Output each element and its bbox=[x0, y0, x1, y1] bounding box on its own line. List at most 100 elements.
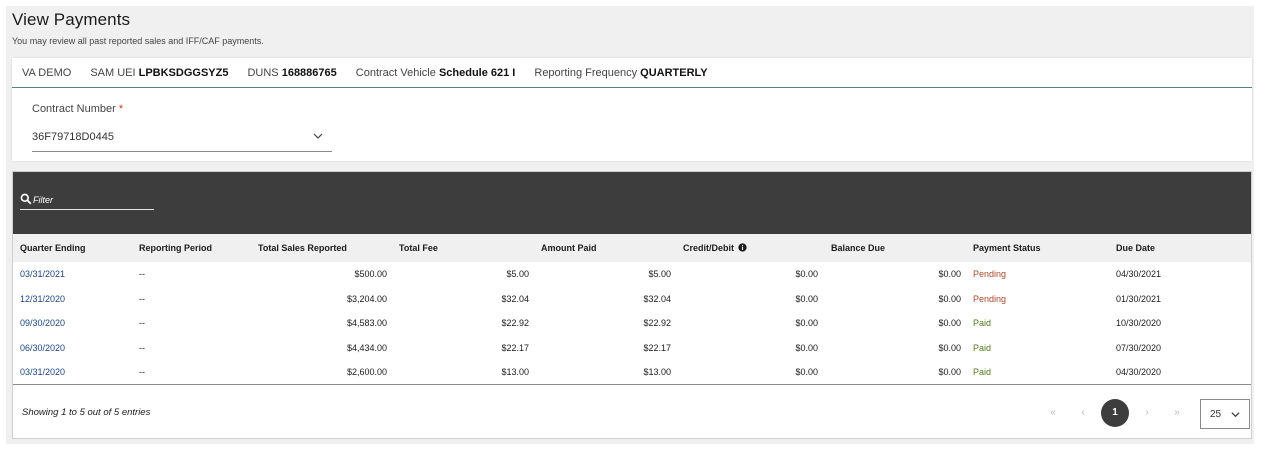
page-subtitle: You may review all past reported sales a… bbox=[12, 36, 264, 46]
balance-due-cell: $0.00 bbox=[938, 318, 961, 329]
contract-vehicle-info: Contract Vehicle Schedule 621 I bbox=[356, 67, 516, 79]
credit-debit-cell: $0.00 bbox=[795, 269, 818, 279]
table-row: 06/30/2020 -- $4,434.00 $22.17 $22.17 $0… bbox=[13, 336, 1251, 361]
total-sales-cell: $2,600.00 bbox=[346, 367, 387, 378]
contract-number-label: Contract Number * bbox=[32, 103, 123, 115]
balance-due-cell: $0.00 bbox=[938, 293, 961, 304]
contract-info-card: VA DEMO SAM UEI LPBKSDGGSYZ5 DUNS 168886… bbox=[12, 58, 1252, 161]
credit-debit-cell: $0.00 bbox=[795, 367, 818, 378]
table-row: 09/30/2020 -- $4,583.00 $22.92 $22.92 $0… bbox=[13, 311, 1251, 336]
page-1-button[interactable]: 1 bbox=[1101, 399, 1129, 427]
column-header-quarter-ending[interactable]: Quarter Ending bbox=[20, 234, 86, 262]
total-sales-cell: $500.00 bbox=[354, 269, 387, 279]
contract-vehicle-value: Schedule 621 I bbox=[438, 66, 516, 79]
duns-value: 168886765 bbox=[281, 66, 337, 79]
amount-paid-cell: $32.04 bbox=[643, 293, 671, 304]
reporting-period-cell: -- bbox=[139, 269, 145, 279]
table-filter-bar bbox=[13, 172, 1251, 234]
payments-table-card: Quarter Ending Reporting Period Total Sa… bbox=[12, 171, 1252, 439]
reporting-period-cell: -- bbox=[139, 318, 145, 329]
first-page-button[interactable]: « bbox=[1039, 399, 1067, 427]
credit-debit-cell: $0.00 bbox=[795, 293, 818, 304]
total-sales-cell: $3,204.00 bbox=[346, 293, 387, 304]
duns-label: DUNS bbox=[247, 66, 279, 79]
total-sales-cell: $4,583.00 bbox=[346, 318, 387, 329]
due-date-cell: 01/30/2021 bbox=[1116, 293, 1162, 304]
due-date-cell: 04/30/2020 bbox=[1116, 367, 1162, 378]
table-header: Quarter Ending Reporting Period Total Sa… bbox=[13, 234, 1251, 262]
credit-debit-cell: $0.00 bbox=[795, 318, 818, 329]
sam-uei-value: LPBKSDGGSYZ5 bbox=[138, 66, 229, 79]
next-page-button[interactable]: › bbox=[1133, 399, 1161, 427]
chevron-down-icon bbox=[313, 133, 323, 139]
sam-uei-label: SAM UEI bbox=[90, 66, 136, 79]
quarter-ending-link[interactable]: 03/31/2020 bbox=[20, 360, 65, 385]
reporting-frequency-value: QUARTERLY bbox=[640, 66, 708, 79]
last-page-button[interactable]: » bbox=[1163, 399, 1191, 427]
company-name: VA DEMO bbox=[22, 66, 72, 79]
balance-due-cell: $0.00 bbox=[938, 367, 961, 378]
page-size-select[interactable]: 25 bbox=[1200, 399, 1250, 429]
payment-status-cell: Pending bbox=[973, 293, 1007, 304]
reporting-period-cell: -- bbox=[139, 293, 145, 304]
amount-paid-cell: $13.00 bbox=[643, 367, 671, 378]
credit-debit-cell: $0.00 bbox=[795, 342, 818, 353]
quarter-ending-link[interactable]: 09/30/2020 bbox=[20, 311, 65, 336]
column-header-balance-due[interactable]: Balance Due bbox=[831, 234, 885, 262]
column-header-payment-status[interactable]: Payment Status bbox=[973, 234, 1041, 262]
filter-field bbox=[20, 193, 154, 210]
table-footer: Showing 1 to 5 out of 5 entries « ‹ 1 › … bbox=[13, 384, 1251, 439]
required-asterisk: * bbox=[118, 103, 124, 115]
total-fee-cell: $32.04 bbox=[501, 293, 529, 304]
credit-debit-label: Credit/Debit bbox=[683, 243, 735, 253]
due-date-cell: 04/30/2021 bbox=[1116, 269, 1162, 279]
table-row: 03/31/2021 -- $500.00 $5.00 $5.00 $0.00 … bbox=[13, 262, 1251, 287]
column-header-amount-paid[interactable]: Amount Paid bbox=[541, 234, 597, 262]
table-body: 03/31/2021 -- $500.00 $5.00 $5.00 $0.00 … bbox=[13, 262, 1251, 385]
total-sales-cell: $4,434.00 bbox=[346, 342, 387, 353]
contract-vehicle-label: Contract Vehicle bbox=[355, 66, 436, 79]
filter-input[interactable] bbox=[33, 193, 151, 207]
amount-paid-cell: $5.00 bbox=[648, 269, 671, 279]
total-fee-cell: $13.00 bbox=[501, 367, 529, 378]
page-container: View Payments You may review all past re… bbox=[6, 6, 1254, 444]
payment-status-cell: Paid bbox=[973, 318, 992, 329]
table-row: 12/31/2020 -- $3,204.00 $32.04 $32.04 $0… bbox=[13, 287, 1251, 312]
payment-status-cell: Pending bbox=[973, 269, 1007, 279]
contract-number-value: 36F79718D0445 bbox=[32, 131, 114, 143]
contract-number-select[interactable]: 36F79718D0445 bbox=[32, 128, 332, 152]
column-header-due-date[interactable]: Due Date bbox=[1116, 234, 1155, 262]
page-size-value: 25 bbox=[1210, 409, 1222, 420]
contract-number-label-text: Contract Number bbox=[32, 103, 116, 115]
column-header-credit-debit[interactable]: Credit/Debit bbox=[683, 234, 747, 262]
reporting-frequency-label: Reporting Frequency bbox=[534, 66, 638, 79]
amount-paid-cell: $22.92 bbox=[643, 318, 671, 329]
column-header-total-sales[interactable]: Total Sales Reported bbox=[258, 234, 347, 262]
total-fee-cell: $22.17 bbox=[501, 342, 529, 353]
reporting-frequency-info: Reporting Frequency QUARTERLY bbox=[534, 67, 707, 79]
quarter-ending-link[interactable]: 03/31/2021 bbox=[20, 262, 65, 287]
total-fee-cell: $22.92 bbox=[501, 318, 529, 329]
reporting-period-cell: -- bbox=[139, 367, 145, 378]
entries-summary: Showing 1 to 5 out of 5 entries bbox=[22, 407, 151, 418]
duns-info: DUNS 168886765 bbox=[247, 67, 336, 79]
column-header-total-fee[interactable]: Total Fee bbox=[399, 234, 438, 262]
due-date-cell: 10/30/2020 bbox=[1116, 318, 1162, 329]
vendor-info-bar: VA DEMO SAM UEI LPBKSDGGSYZ5 DUNS 168886… bbox=[12, 58, 1252, 88]
search-icon bbox=[20, 193, 32, 205]
column-header-reporting-period[interactable]: Reporting Period bbox=[139, 234, 212, 262]
balance-due-cell: $0.00 bbox=[938, 342, 961, 353]
amount-paid-cell: $22.17 bbox=[643, 342, 671, 353]
payment-status-cell: Paid bbox=[973, 367, 992, 378]
reporting-period-cell: -- bbox=[139, 342, 145, 353]
sam-uei-info: SAM UEI LPBKSDGGSYZ5 bbox=[90, 67, 228, 79]
payment-status-cell: Paid bbox=[973, 342, 992, 353]
page-title: View Payments bbox=[12, 10, 131, 29]
quarter-ending-link[interactable]: 06/30/2020 bbox=[20, 336, 65, 361]
quarter-ending-link[interactable]: 12/31/2020 bbox=[20, 287, 65, 312]
info-icon[interactable] bbox=[737, 243, 747, 252]
previous-page-button[interactable]: ‹ bbox=[1069, 399, 1097, 427]
balance-due-cell: $0.00 bbox=[938, 269, 961, 279]
total-fee-cell: $5.00 bbox=[506, 269, 529, 279]
page-header: View Payments You may review all past re… bbox=[12, 10, 264, 46]
